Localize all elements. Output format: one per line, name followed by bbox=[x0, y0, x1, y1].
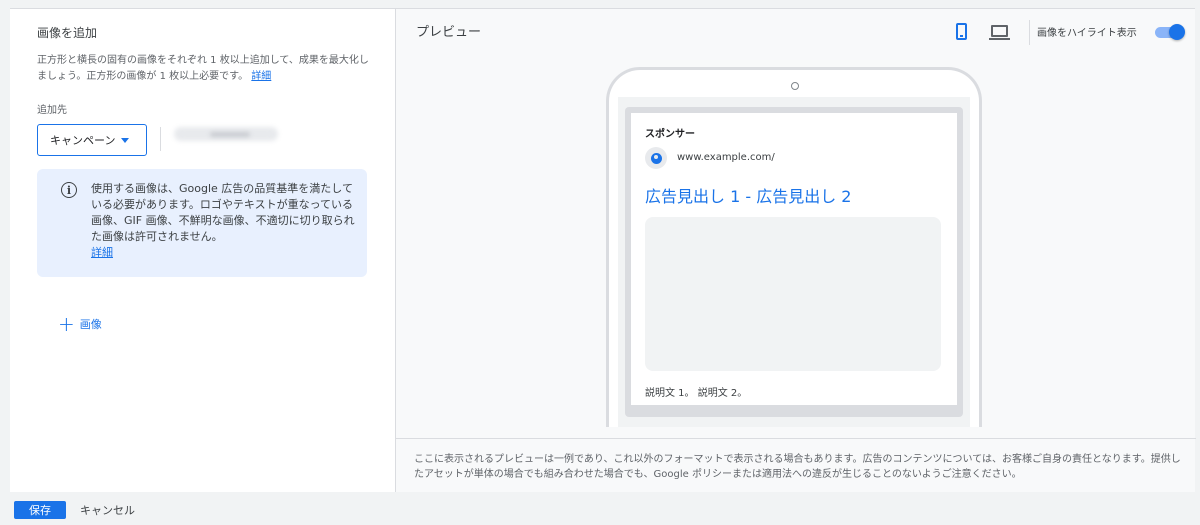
destination-label: 追加先 bbox=[37, 105, 67, 116]
ad-image-placeholder bbox=[645, 217, 941, 371]
phone-frame: スポンサー www.example.com/ 広告見出し 1 - 広告見出し 2… bbox=[606, 67, 982, 427]
toolbar-divider bbox=[1029, 20, 1030, 45]
add-image-button[interactable]: + 画像 bbox=[58, 312, 102, 336]
camera-icon bbox=[791, 82, 799, 90]
add-image-label: 画像 bbox=[79, 318, 102, 331]
highlight-images-label: 画像をハイライト表示 bbox=[1037, 28, 1137, 39]
toggle-thumb bbox=[1169, 24, 1185, 40]
campaign-dropdown-label: キャンペーン bbox=[50, 134, 116, 147]
panel-title: 画像を追加 bbox=[37, 26, 98, 40]
phone-screen: スポンサー www.example.com/ 広告見出し 1 - 広告見出し 2… bbox=[618, 97, 970, 427]
preview-disclaimer: ここに表示されるプレビューは一例であり、これ以外のフォーマットで表示される場合も… bbox=[396, 438, 1196, 493]
info-icon: i bbox=[61, 182, 77, 198]
preview-panel: プレビュー 画像をハイライト表示 スポンサー www.example.com/ … bbox=[395, 8, 1196, 493]
redacted-campaign-name-detail bbox=[210, 132, 250, 137]
cancel-button[interactable]: キャンセル bbox=[80, 502, 135, 518]
plus-icon: + bbox=[58, 312, 75, 336]
notice-text: 使用する画像は、Google 広告の品質基準を満たしている必要があります。ロゴや… bbox=[91, 182, 355, 243]
campaign-dropdown[interactable]: キャンペーン bbox=[37, 124, 147, 156]
add-image-panel: 画像を追加 正方形と横長の固有の画像をそれぞれ 1 枚以上追加して、成果を最大化… bbox=[10, 8, 395, 492]
caret-down-icon bbox=[121, 137, 130, 143]
ad-headline[interactable]: 広告見出し 1 - 広告見出し 2 bbox=[645, 183, 851, 207]
mobile-preview-icon[interactable] bbox=[956, 23, 967, 40]
highlight-images-toggle[interactable] bbox=[1153, 24, 1185, 40]
desktop-preview-icon[interactable] bbox=[989, 25, 1010, 40]
notice-text-block: 使用する画像は、Google 広告の品質基準を満たしている必要があります。ロゴや… bbox=[91, 181, 361, 261]
panel-description: 正方形と横長の固有の画像をそれぞれ 1 枚以上追加して、成果を最大化しましょう。… bbox=[37, 53, 377, 85]
ad-url: www.example.com/ bbox=[677, 152, 775, 163]
description-text: 正方形と横長の固有の画像をそれぞれ 1 枚以上追加して、成果を最大化しましょう。… bbox=[37, 55, 369, 82]
ad-card-highlight: スポンサー www.example.com/ 広告見出し 1 - 広告見出し 2… bbox=[625, 107, 963, 417]
disclaimer-text: ここに表示されるプレビューは一例であり、これ以外のフォーマットで表示される場合も… bbox=[414, 454, 1181, 480]
divider bbox=[160, 127, 161, 151]
image-policy-notice: i 使用する画像は、Google 広告の品質基準を満たしている必要があります。ロ… bbox=[37, 169, 367, 277]
ad-description: 説明文 1。 説明文 2。 bbox=[645, 388, 748, 399]
learn-more-link[interactable]: 詳細 bbox=[251, 71, 271, 82]
preview-title: プレビュー bbox=[416, 25, 482, 40]
save-button[interactable]: 保存 bbox=[14, 501, 66, 519]
sponsored-label: スポンサー bbox=[645, 129, 695, 140]
ad-preview-card: スポンサー www.example.com/ 広告見出し 1 - 広告見出し 2… bbox=[631, 113, 957, 405]
globe-icon bbox=[645, 147, 667, 169]
notice-learn-more-link[interactable]: 詳細 bbox=[91, 246, 113, 259]
